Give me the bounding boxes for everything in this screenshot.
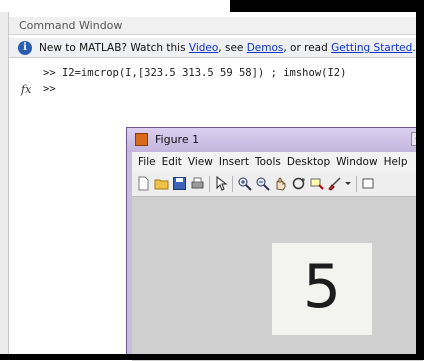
rotate-3d-icon[interactable] bbox=[291, 176, 306, 191]
menu-desktop[interactable]: Desktop bbox=[287, 156, 330, 168]
link-plot-icon[interactable] bbox=[361, 176, 376, 191]
menu-window[interactable]: Window bbox=[336, 156, 377, 168]
print-icon[interactable] bbox=[190, 176, 205, 191]
figure-window[interactable]: Figure 1 ⎯ File Edit View Insert Tools Deskto… bbox=[126, 127, 424, 361]
plot-area[interactable]: 5 bbox=[132, 197, 423, 361]
cropped-image: 5 bbox=[272, 243, 372, 335]
function-browser-icon[interactable]: fx bbox=[21, 83, 31, 96]
top-edge-light bbox=[0, 0, 230, 12]
figure-menubar: File Edit View Insert Tools Desktop Window Help bbox=[132, 152, 423, 172]
toolbar-separator bbox=[356, 176, 357, 192]
chevron-down-icon[interactable] bbox=[344, 176, 352, 191]
right-edge bbox=[416, 0, 424, 360]
info-prefix: New to MATLAB? Watch this bbox=[39, 42, 189, 54]
save-icon[interactable] bbox=[172, 176, 187, 191]
handwritten-digit: 5 bbox=[302, 252, 342, 322]
open-file-icon[interactable] bbox=[154, 176, 169, 191]
figure-titlebar[interactable]: Figure 1 ⎯ bbox=[127, 128, 423, 152]
command-prompt[interactable]: >> bbox=[43, 83, 56, 95]
command-line: >> I2=imcrop(I,[323.5 313.5 59 58]) ; im… bbox=[43, 67, 347, 79]
menu-file[interactable]: File bbox=[138, 156, 156, 168]
bottom-edge bbox=[0, 354, 424, 360]
zoom-in-icon[interactable] bbox=[237, 176, 252, 191]
pan-hand-icon[interactable] bbox=[273, 176, 288, 191]
brush-icon[interactable] bbox=[327, 176, 342, 191]
toolbar-separator bbox=[232, 176, 233, 192]
info-mid2: , or read bbox=[283, 42, 332, 54]
figure-title: Figure 1 bbox=[155, 133, 200, 146]
matlab-figure-icon bbox=[135, 133, 148, 146]
new-figure-icon[interactable] bbox=[136, 176, 151, 191]
info-mid1: , see bbox=[218, 42, 247, 54]
menu-view[interactable]: View bbox=[188, 156, 213, 168]
edit-plot-arrow-icon[interactable] bbox=[214, 176, 229, 191]
command-window-title: Command Window bbox=[9, 17, 417, 35]
menu-edit[interactable]: Edit bbox=[162, 156, 182, 168]
menu-tools[interactable]: Tools bbox=[255, 156, 281, 168]
demos-link[interactable]: Demos bbox=[247, 42, 284, 54]
toolbar-separator bbox=[209, 176, 210, 192]
info-icon: i bbox=[18, 41, 32, 55]
video-link[interactable]: Video bbox=[189, 42, 218, 54]
info-bar: i New to MATLAB? Watch this Video, see De… bbox=[9, 38, 417, 58]
figure-client: File Edit View Insert Tools Desktop Window Help… bbox=[132, 152, 423, 361]
zoom-out-icon[interactable] bbox=[255, 176, 270, 191]
data-cursor-icon[interactable] bbox=[309, 176, 324, 191]
getting-started-link[interactable]: Getting Started bbox=[331, 42, 412, 54]
left-edge bbox=[0, 0, 8, 360]
menu-help[interactable]: Help bbox=[384, 156, 408, 168]
menu-insert[interactable]: Insert bbox=[219, 156, 249, 168]
figure-toolbar bbox=[132, 172, 423, 197]
